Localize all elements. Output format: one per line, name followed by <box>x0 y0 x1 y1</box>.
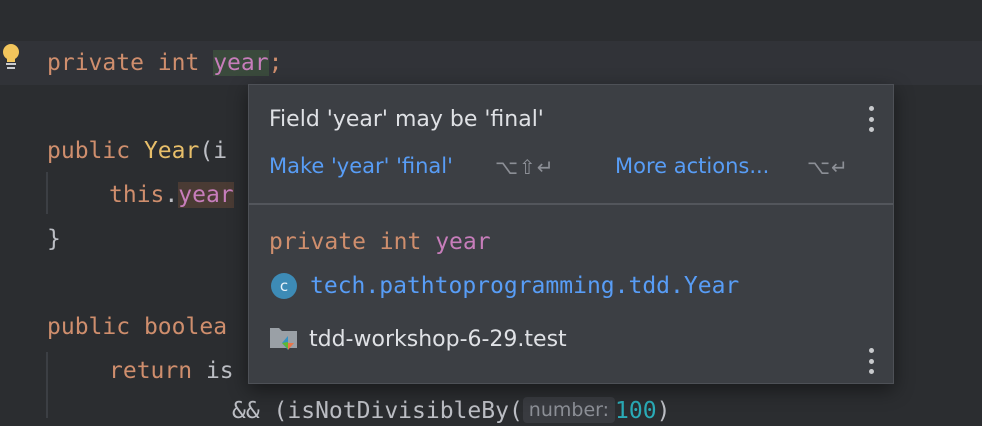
more-options-icon[interactable] <box>867 348 875 374</box>
module-reference: tdd-workshop-6-29.test <box>269 323 567 355</box>
more-actions-link[interactable]: More actions... <box>615 154 769 178</box>
popup-title: Field 'year' may be 'final' <box>269 107 544 132</box>
year-field-token[interactable]: year <box>213 50 269 76</box>
code-line-2: public Year(i <box>47 138 228 164</box>
code-line-1: private int year; <box>47 50 283 76</box>
module-folder-icon <box>269 323 299 355</box>
module-name: tdd-workshop-6-29.test <box>309 326 567 352</box>
bulb-icon[interactable] <box>0 42 22 72</box>
indent-guide <box>46 352 48 418</box>
parameter-hint: number: <box>522 397 616 423</box>
make-final-shortcut: ⌥⇧↵ <box>495 155 555 179</box>
code-line-4: } <box>47 226 61 252</box>
indent-guide <box>46 172 48 214</box>
code-line-6: return is <box>109 358 234 384</box>
more-actions-shortcut: ⌥↵ <box>807 155 849 179</box>
more-options-icon[interactable] <box>867 106 875 132</box>
make-final-action[interactable]: Make 'year' 'final' <box>269 154 453 178</box>
class-icon: c <box>271 273 297 299</box>
popup-divider <box>249 203 893 205</box>
class-name-link[interactable]: tech.pathtoprogramming.tdd.Year <box>310 273 739 299</box>
class-reference: c tech.pathtoprogramming.tdd.Year <box>269 271 739 301</box>
code-line-7: && (isNotDivisibleBy(number: 100) <box>232 397 671 424</box>
field-declaration: private int year <box>269 229 491 255</box>
inspection-popup: Field 'year' may be 'final' Make 'year' … <box>248 84 894 384</box>
code-line-5: public boolea <box>47 314 228 340</box>
code-line-3: this.year <box>109 182 234 208</box>
popup-header: Field 'year' may be 'final' Make 'year' … <box>249 85 893 203</box>
